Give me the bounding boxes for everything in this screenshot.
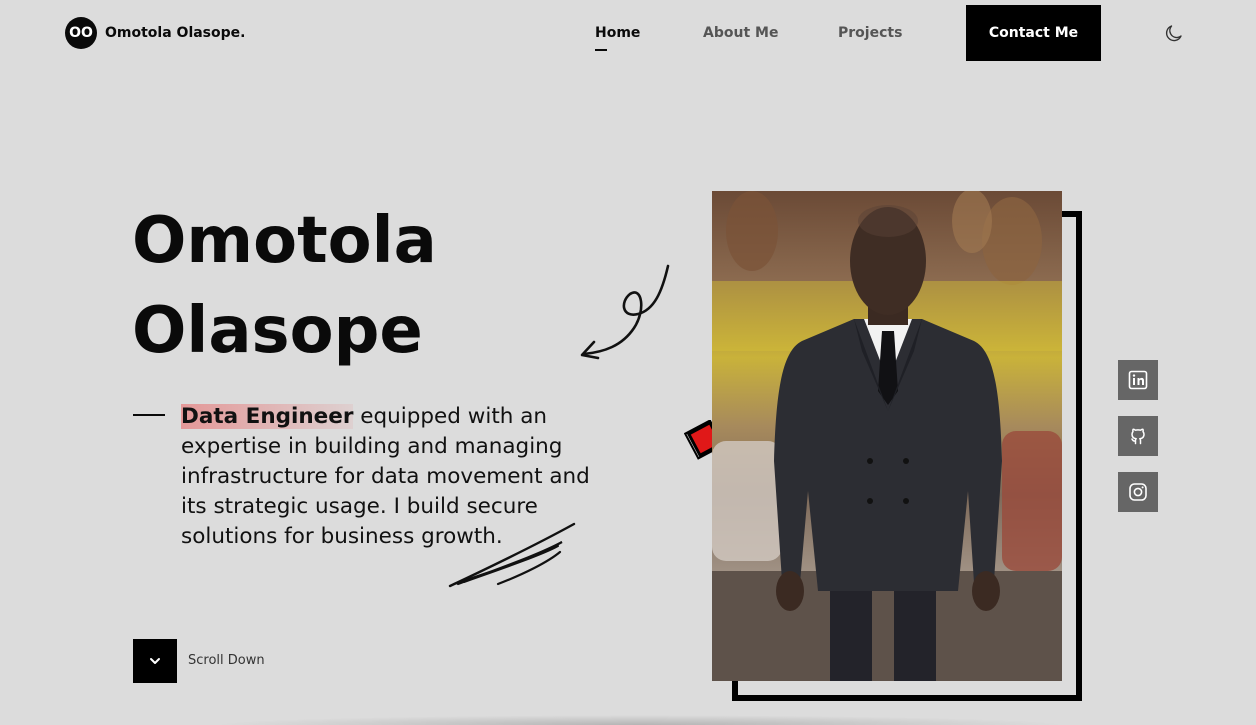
scroll-down-label: Scroll Down bbox=[188, 653, 265, 668]
hero-dash bbox=[133, 414, 165, 416]
hero-name: Omotola Olasope bbox=[132, 196, 437, 376]
instagram-icon bbox=[1129, 483, 1147, 501]
linkedin-icon bbox=[1128, 370, 1148, 390]
chevron-down-icon bbox=[150, 658, 160, 664]
linkedin-button[interactable] bbox=[1118, 360, 1158, 400]
curly-arrow-icon bbox=[580, 264, 670, 360]
logo-name: Omotola Olasope. bbox=[105, 25, 246, 41]
bottom-shadow bbox=[210, 715, 1070, 725]
nav-link-home[interactable]: Home bbox=[595, 25, 640, 51]
profile-photo bbox=[712, 191, 1062, 681]
nav-link-projects[interactable]: Projects bbox=[838, 25, 902, 41]
logo-mark: OO bbox=[65, 17, 97, 49]
hero-name-first: Omotola bbox=[132, 204, 437, 278]
top-navigation: OO Omotola Olasope. Home About Me Projec… bbox=[0, 0, 1256, 66]
moon-icon[interactable] bbox=[1164, 23, 1184, 43]
hero-name-last: Olasope bbox=[132, 294, 423, 368]
instagram-button[interactable] bbox=[1118, 472, 1158, 512]
github-icon bbox=[1131, 428, 1145, 445]
github-button[interactable] bbox=[1118, 416, 1158, 456]
scribble-decoration bbox=[448, 522, 576, 588]
role-highlight: Data Engineer bbox=[181, 404, 354, 429]
scroll-down-button[interactable] bbox=[133, 639, 177, 683]
contact-me-button[interactable]: Contact Me bbox=[966, 5, 1101, 61]
nav-link-about-me[interactable]: About Me bbox=[703, 25, 778, 41]
logo[interactable]: OO Omotola Olasope. bbox=[65, 17, 245, 49]
